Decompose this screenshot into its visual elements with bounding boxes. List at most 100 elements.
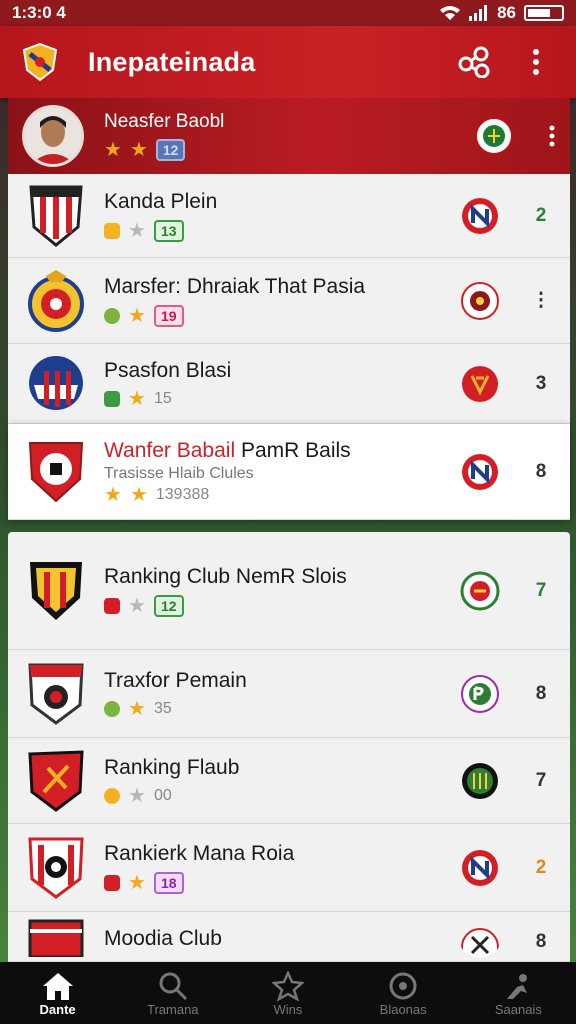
club-crest-icon [30,561,82,620]
app-logo-icon[interactable] [20,42,60,82]
list-item[interactable]: Traxfor Pemain ★ 35 8 [8,650,570,738]
nav-ball[interactable]: Blaonas [348,970,458,1017]
count-text: 00 [153,786,172,804]
star-icon: ★ [128,784,146,807]
badge-icon [104,390,120,407]
status-time: 1:3:0 4 [12,3,66,22]
star-badge-icon [271,970,305,1002]
signal-text: 86 [497,3,516,22]
star-icon: ★ [129,483,148,506]
count-text: 139388 [155,485,210,503]
club-name: Ranking Flaub [104,755,240,779]
share-button[interactable] [454,42,494,82]
badge-icon [104,222,120,239]
club-subtitle: Trasisse Hlaib Clules [104,464,254,482]
list-item-selected[interactable]: Wanfer Babail PamR Bails Trasisse Hlaib … [8,424,570,520]
list-item[interactable]: Ranking Club NemR Slois ★ 12 7 [8,532,570,650]
list-item[interactable]: Ranking Flaub ★ 00 7 [8,738,570,824]
more-vert-icon[interactable] [548,125,556,147]
featured-player[interactable]: Neasfer Baobl ★ ★ 12 [8,98,570,174]
nav-label: Tramana [147,1001,199,1017]
star-icon: ★ [128,304,146,327]
club-name: Psasfon Blasi [104,358,232,382]
search-icon [156,970,190,1002]
star-icon: ★ [129,139,148,161]
rank-number: 8 [535,931,547,952]
club-crest-icon [29,185,83,247]
badge-icon [104,874,120,891]
badge-icon [104,787,120,804]
app-bar: Inepateinada [0,26,576,98]
nav-home[interactable]: Dante [3,970,113,1017]
list-item[interactable]: Psasfon Blasi ★ 15 3 [8,344,570,424]
team-logo-icon [462,453,498,490]
star-icon: ★ [128,871,146,894]
player-icon [501,970,535,1002]
star-icon: ★ [128,387,146,410]
count-text: 15 [153,389,172,407]
club-crest-icon [28,919,84,957]
club-name: Moodia Club [104,927,222,950]
club-name: Kanda Plein [104,189,218,213]
rank-more[interactable]: ⋮ [530,289,552,312]
team-logo-icon [462,762,498,799]
nav-search[interactable]: Tramana [118,970,228,1017]
club-crest-icon [28,269,84,332]
player-photo-icon [25,108,81,164]
nav-label: Blaonas [379,1001,427,1017]
team-logo-icon [462,197,498,234]
club-crest-icon [28,663,84,725]
count-pill: 12 [153,594,184,617]
rank-number: 7 [535,769,547,791]
count-pill: 19 [153,304,184,327]
club-name: Wanfer Babail PamR Bails [104,439,460,463]
rank-number: 8 [535,682,547,704]
club-name: Rankierk Mana Roia [104,841,295,865]
list-item[interactable]: Kanda Plein ★ 13 2 [8,174,570,258]
count-pill: 13 [153,219,184,242]
rank-number: 8 [535,460,547,482]
rank-number: 7 [535,579,547,601]
club-name-rest: PamR Bails [235,438,351,462]
featured-name: Neasfer Baobl [104,111,225,132]
star-icon: ★ [128,594,146,617]
list-item[interactable]: Rankierk Mana Roia ★ 18 2 [8,824,570,912]
rank-number: 2 [535,856,547,878]
team-logo-icon [475,117,513,155]
count-text: 35 [153,699,172,717]
list-item[interactable]: Moodia Club 8 [8,912,570,962]
team-logo-icon [461,674,499,713]
team-logo-icon [461,928,499,957]
featured-count: 12 [155,139,186,161]
nav-label: Dante [39,1001,76,1017]
club-crest-icon [28,837,84,899]
badge-icon [104,597,120,614]
nav-label: Saanais [494,1001,542,1017]
club-name-highlight: Wanfer Babail [104,438,236,462]
club-name: Ranking Club NemR Slois [104,564,347,588]
list-item[interactable]: Marsfer: Dhraiak That Pasia ★ 19 ⋮ [8,258,570,344]
star-icon: ★ [128,697,146,720]
club-crest-icon [28,441,84,502]
club-crest-icon [28,749,84,812]
nav-wins[interactable]: Wins [233,970,343,1017]
avatar [22,105,84,167]
app-title: Inepateinada [88,46,256,77]
team-logo-icon [462,365,498,402]
rank-number: 3 [535,372,547,394]
team-logo-icon [460,571,500,610]
rank-number: 2 [535,204,547,226]
badge-icon [104,700,120,717]
badge-icon [104,307,120,324]
star-icon: ★ [104,483,122,506]
more-vert-icon [533,49,539,75]
signal-icon [469,5,488,21]
nav-player[interactable]: Saanais [463,970,573,1017]
featured-meta: ★ ★ 12 [104,139,474,161]
overflow-menu-button[interactable] [516,42,556,82]
team-logo-icon [462,849,498,886]
ball-icon [386,970,420,1002]
star-icon: ★ [128,219,146,242]
club-crest-icon [29,355,83,410]
club-name: Traxfor Pemain [104,668,247,692]
